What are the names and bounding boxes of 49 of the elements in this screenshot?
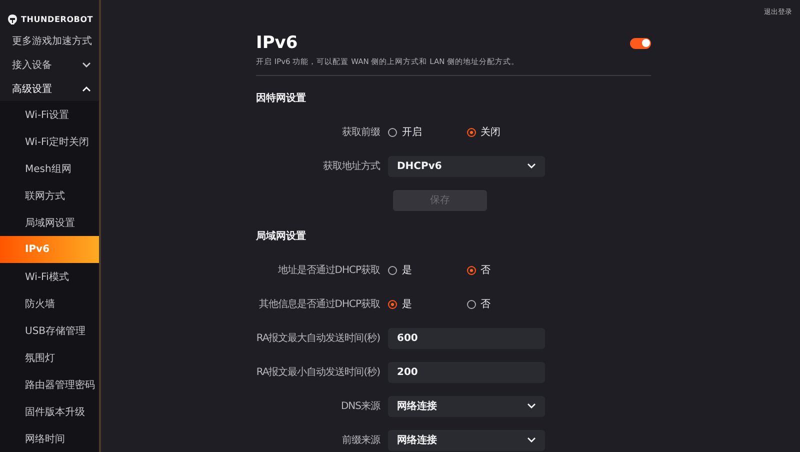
radio-option[interactable]: 否 xyxy=(466,263,545,277)
field-label: 其他信息是否通过DHCP获取 xyxy=(258,298,380,311)
sidebar-subitem[interactable]: USB存储管理 xyxy=(0,317,99,344)
sidebar-item[interactable]: 更多游戏加速方式 xyxy=(0,29,99,54)
chevron-down-icon xyxy=(527,437,536,443)
sidebar-subitem[interactable]: 氛围灯 xyxy=(0,344,99,371)
field-label: 获取前缀 xyxy=(341,126,380,139)
logo-icon xyxy=(7,14,18,25)
input-field[interactable]: 200 xyxy=(388,362,545,382)
dropdown-select[interactable]: DHCPv6 xyxy=(388,156,545,176)
radio-option[interactable]: 关闭 xyxy=(466,125,545,139)
chevron-down-icon xyxy=(527,403,536,409)
chevron-down-icon xyxy=(527,163,536,169)
section-title: 因特网设置 xyxy=(256,92,307,105)
input-field[interactable]: 600 xyxy=(388,328,545,348)
radio-option[interactable]: 否 xyxy=(466,297,545,311)
sidebar-item[interactable]: 接入设备 xyxy=(0,53,99,78)
radio-button[interactable] xyxy=(466,266,476,274)
field-label: RA报文最大自动发送时间(秒) xyxy=(255,332,380,345)
sidebar-subitem[interactable]: 联网方式 xyxy=(0,182,99,209)
sidebar-subitem[interactable]: Wi-Fi模式 xyxy=(0,263,99,290)
field-label: DNS来源 xyxy=(340,400,380,413)
radio-button[interactable] xyxy=(466,128,476,136)
field-label: 地址是否通过DHCP获取 xyxy=(276,264,380,277)
sidebar-subitem[interactable]: 网络时间 xyxy=(0,425,99,452)
sidebar-item[interactable]: 高级设置 xyxy=(0,77,99,101)
field-label: RA报文最小自动发送时间(秒) xyxy=(255,366,380,379)
sidebar-subitem[interactable]: 局域网设置 xyxy=(0,209,99,236)
field-label: 前缀来源 xyxy=(341,434,380,447)
radio-button[interactable] xyxy=(388,266,397,274)
radio-option[interactable]: 是 xyxy=(388,297,466,311)
sidebar-subitem[interactable]: 防火墙 xyxy=(0,290,99,317)
field-label: 获取地址方式 xyxy=(322,160,380,173)
sidebar-subitem[interactable]: Mesh组网 xyxy=(0,155,99,182)
toggle-switch[interactable] xyxy=(630,38,651,48)
brand-logo-text: THUNDEROBOT xyxy=(21,14,94,24)
radio-button[interactable] xyxy=(388,300,397,308)
sidebar-subitem[interactable]: 路由器管理密码 xyxy=(0,371,99,398)
sidebar-subitem[interactable]: Wi-Fi定时关闭 xyxy=(0,128,99,155)
dropdown-select[interactable]: 网络连接 xyxy=(388,430,545,450)
radio-option[interactable]: 是 xyxy=(388,263,466,277)
page-title: IPv6 xyxy=(256,33,298,53)
section-title: 局域网设置 xyxy=(256,230,307,243)
radio-button[interactable] xyxy=(466,300,476,308)
dropdown-select[interactable]: 网络连接 xyxy=(388,396,545,416)
sidebar-subitem[interactable]: Wi-Fi设置 xyxy=(0,101,99,128)
sidebar-subitem[interactable]: 固件版本升级 xyxy=(0,398,99,425)
radio-button[interactable] xyxy=(388,128,397,136)
radio-option[interactable]: 开启 xyxy=(388,125,466,139)
